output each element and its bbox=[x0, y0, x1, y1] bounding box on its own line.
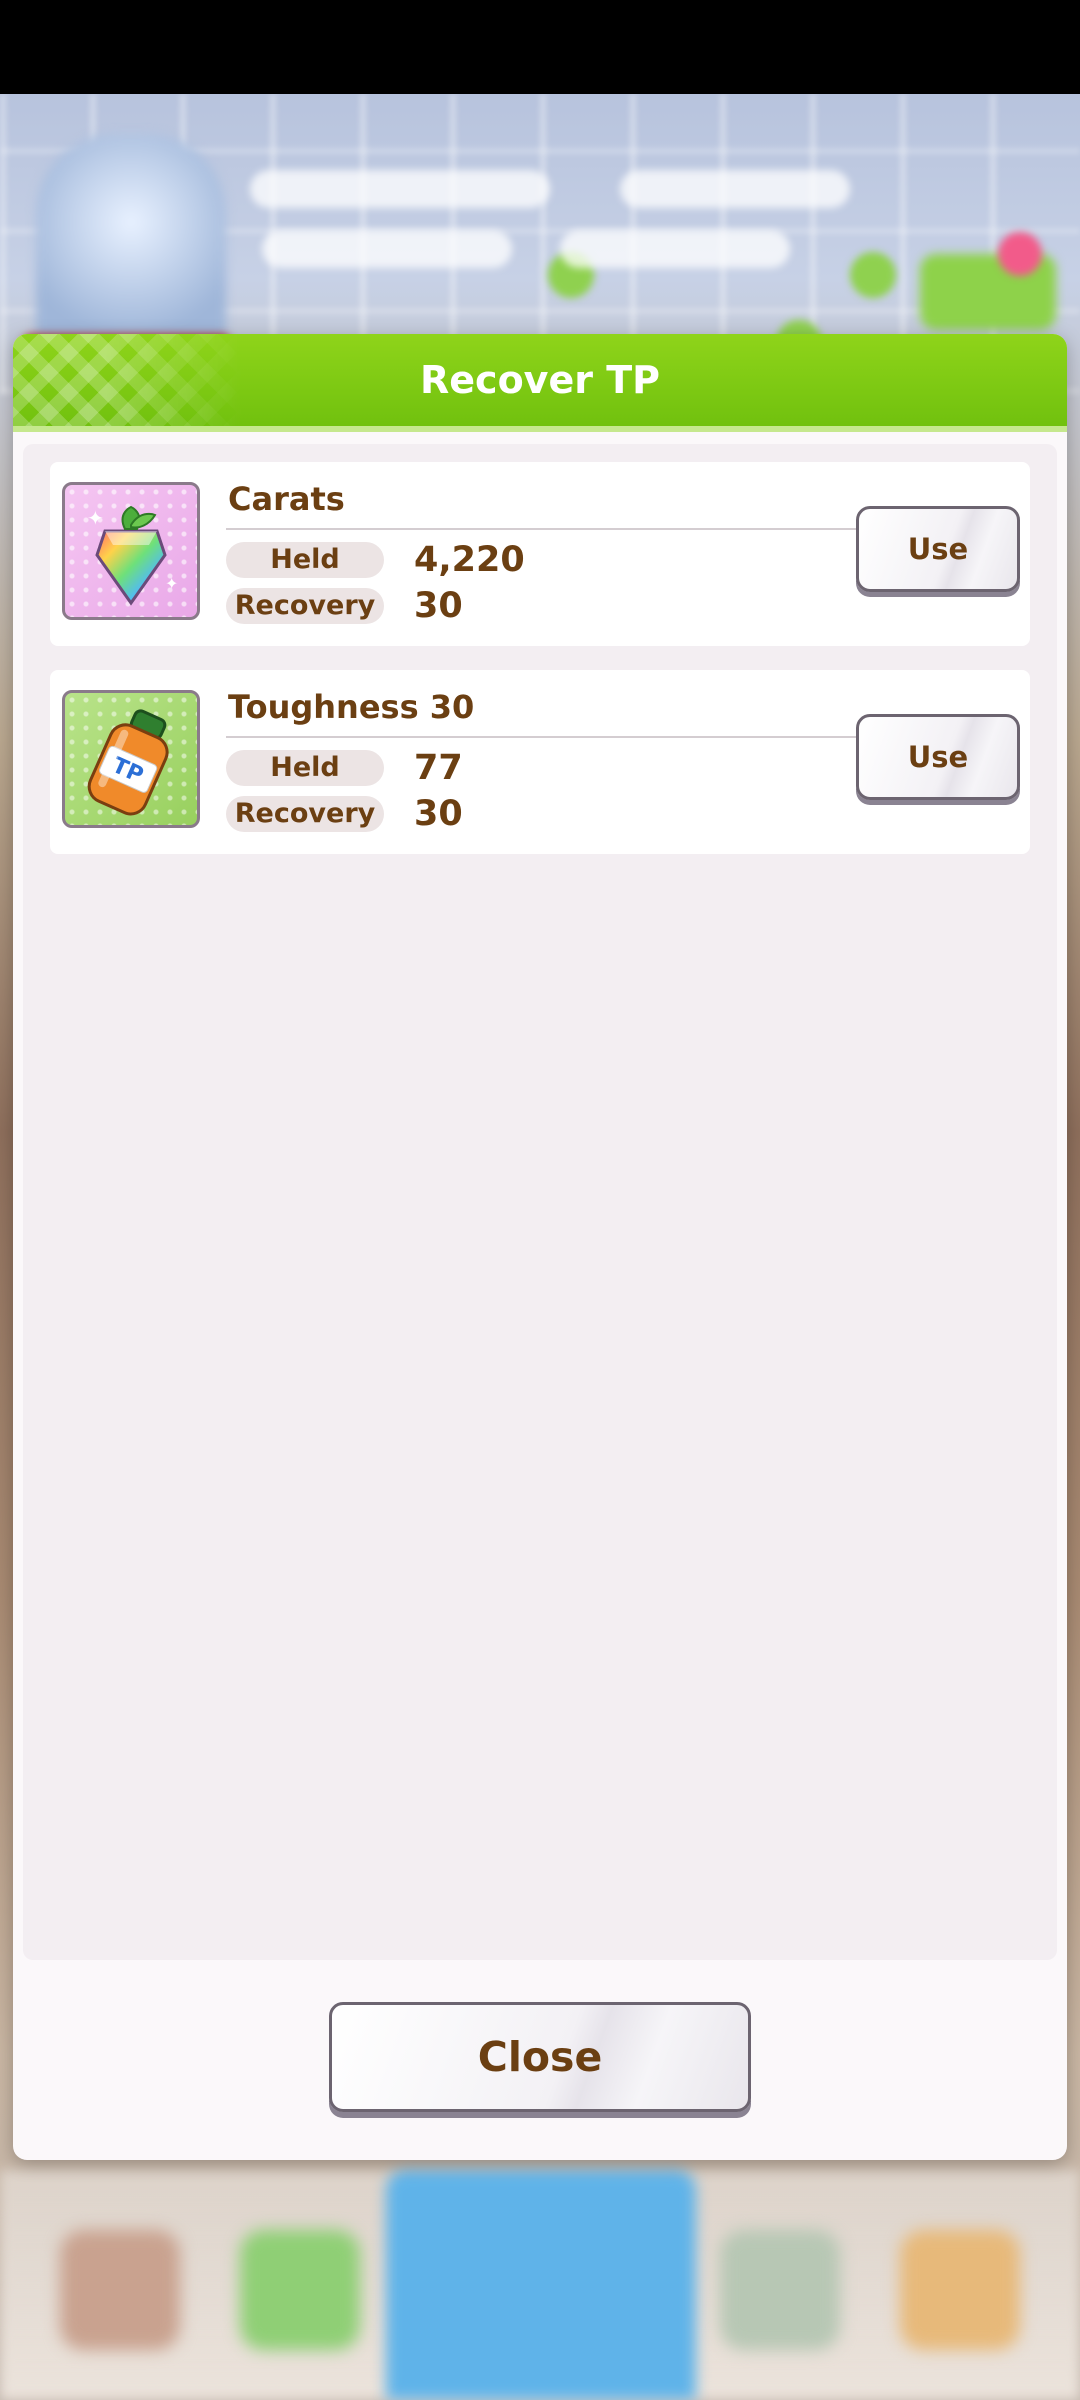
dialog-header: Recover TP bbox=[13, 334, 1067, 432]
nav-enhance-icon bbox=[60, 2230, 180, 2350]
tp-bottle-icon: TP bbox=[62, 690, 200, 828]
carat-counter-bar bbox=[560, 230, 790, 268]
nav-story-icon bbox=[240, 2230, 360, 2350]
svg-text:✦: ✦ bbox=[87, 506, 104, 530]
held-label: Held bbox=[226, 542, 384, 578]
item-name: Carats bbox=[228, 480, 345, 518]
nav-home-tab bbox=[386, 2170, 696, 2400]
menu-notification-dot bbox=[998, 232, 1042, 276]
close-button[interactable]: Close bbox=[329, 2002, 751, 2112]
use-button-carats[interactable]: Use bbox=[856, 506, 1020, 592]
tp-gauge-bar bbox=[250, 170, 550, 208]
money-counter-bar bbox=[262, 230, 512, 268]
recover-tp-dialog: Recover TP ✦ ✦ Carats Held 4,220 Recover… bbox=[13, 334, 1067, 2160]
recovery-label: Recovery bbox=[226, 588, 384, 624]
carat-crystal-icon: ✦ ✦ bbox=[62, 482, 200, 620]
item-divider bbox=[226, 528, 862, 530]
recovery-label: Recovery bbox=[226, 796, 384, 832]
trainer-rank-badge bbox=[36, 134, 226, 354]
held-label: Held bbox=[226, 750, 384, 786]
use-button-toughness-30[interactable]: Use bbox=[856, 714, 1020, 800]
dialog-title: Recover TP bbox=[420, 358, 660, 402]
nav-scout-icon bbox=[900, 2230, 1020, 2350]
item-list-panel: ✦ ✦ Carats Held 4,220 Recovery 30 Use TP… bbox=[23, 444, 1057, 1960]
held-value: 4,220 bbox=[414, 540, 525, 580]
item-card-carats: ✦ ✦ Carats Held 4,220 Recovery 30 Use bbox=[50, 462, 1030, 646]
rp-plus-icon bbox=[850, 252, 896, 298]
status-bar bbox=[0, 0, 1080, 94]
item-card-toughness-30: TP Toughness 30 Held 77 Recovery 30 Use bbox=[50, 670, 1030, 854]
recovery-value: 30 bbox=[414, 794, 463, 834]
held-value: 77 bbox=[414, 748, 463, 788]
rp-gauge-bar bbox=[620, 170, 850, 208]
recovery-value: 30 bbox=[414, 586, 463, 626]
nav-race-icon bbox=[720, 2230, 840, 2350]
svg-text:✦: ✦ bbox=[165, 574, 178, 593]
item-divider bbox=[226, 736, 862, 738]
item-name: Toughness 30 bbox=[228, 688, 475, 726]
